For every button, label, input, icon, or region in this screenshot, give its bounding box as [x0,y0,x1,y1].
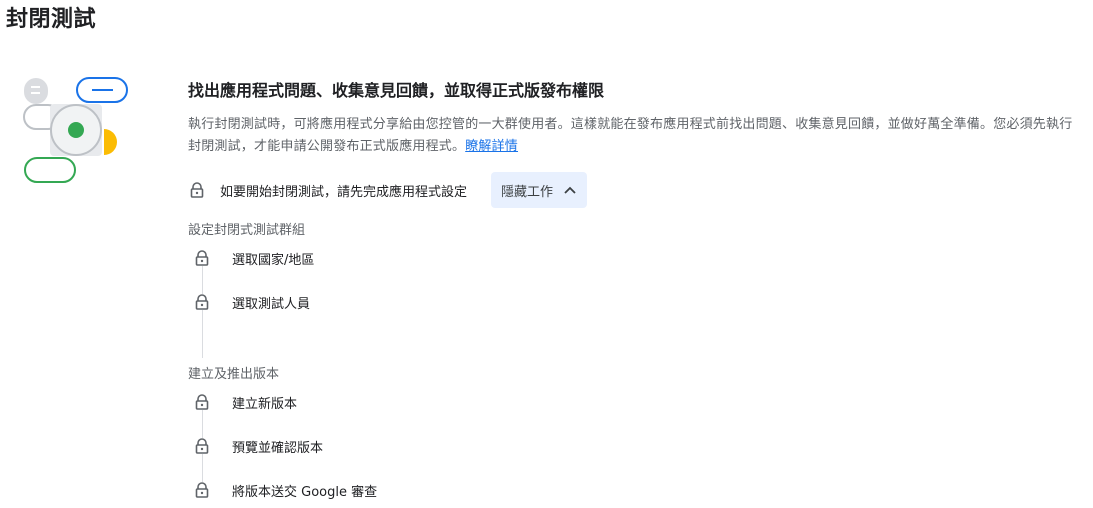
learn-more-link[interactable]: 瞭解詳情 [465,139,518,154]
step-label: 選取測試人員 [232,296,311,312]
step-create-release: 建立新版本 [194,392,297,412]
intro-description: 執行封閉測試時，可將應用程式分享給由您控管的一大群使用者。這樣就能在發布應用程式… [188,114,1084,158]
lock-icon [194,250,210,266]
intro-section: 找出應用程式問題、收集意見回饋，並取得正式版發布權限 執行封閉測試時，可將應用程… [188,78,1084,158]
intro-headline: 找出應用程式問題、收集意見回饋，並取得正式版發布權限 [188,81,605,100]
step-label: 建立新版本 [232,396,298,412]
step-send-for-review: 將版本送交 Google 審查 [194,480,377,500]
step-label: 將版本送交 Google 審查 [232,484,378,500]
lock-icon [194,394,210,410]
section-label-test-group: 設定封閉式測試群組 [188,223,306,238]
lock-icon [194,482,210,498]
intro-description-text: 執行封閉測試時，可將應用程式分享給由您控管的一大群使用者。這樣就能在發布應用程式… [188,117,1073,154]
page-title: 封閉測試 [6,7,97,32]
chevron-up-icon [563,185,577,195]
hide-tasks-label: 隱藏工作 [501,184,554,200]
closed-testing-page: 封閉測試 找出應用程式問題、收集意見回饋，並取得正式版發布權限 執行封閉測試時，… [0,0,1093,508]
step-select-countries: 選取國家/地區 [194,248,314,268]
hide-tasks-button[interactable]: 隱藏工作 [491,172,588,208]
illustration-graphic [23,77,128,183]
lock-icon [194,438,210,454]
section-label-release: 建立及推出版本 [188,367,280,382]
lock-icon [188,181,206,199]
closed-testing-illustration [20,74,132,186]
lock-icon [194,294,210,310]
step-preview-confirm: 預覽並確認版本 [194,436,323,456]
prerequisite-row: 如要開始封閉測試，請先完成應用程式設定 隱藏工作 [188,172,588,208]
prerequisite-text: 如要開始封閉測試，請先完成應用程式設定 [220,184,468,200]
step-label: 選取國家/地區 [232,252,315,268]
step-select-testers: 選取測試人員 [194,292,310,312]
step-label: 預覽並確認版本 [232,440,324,456]
